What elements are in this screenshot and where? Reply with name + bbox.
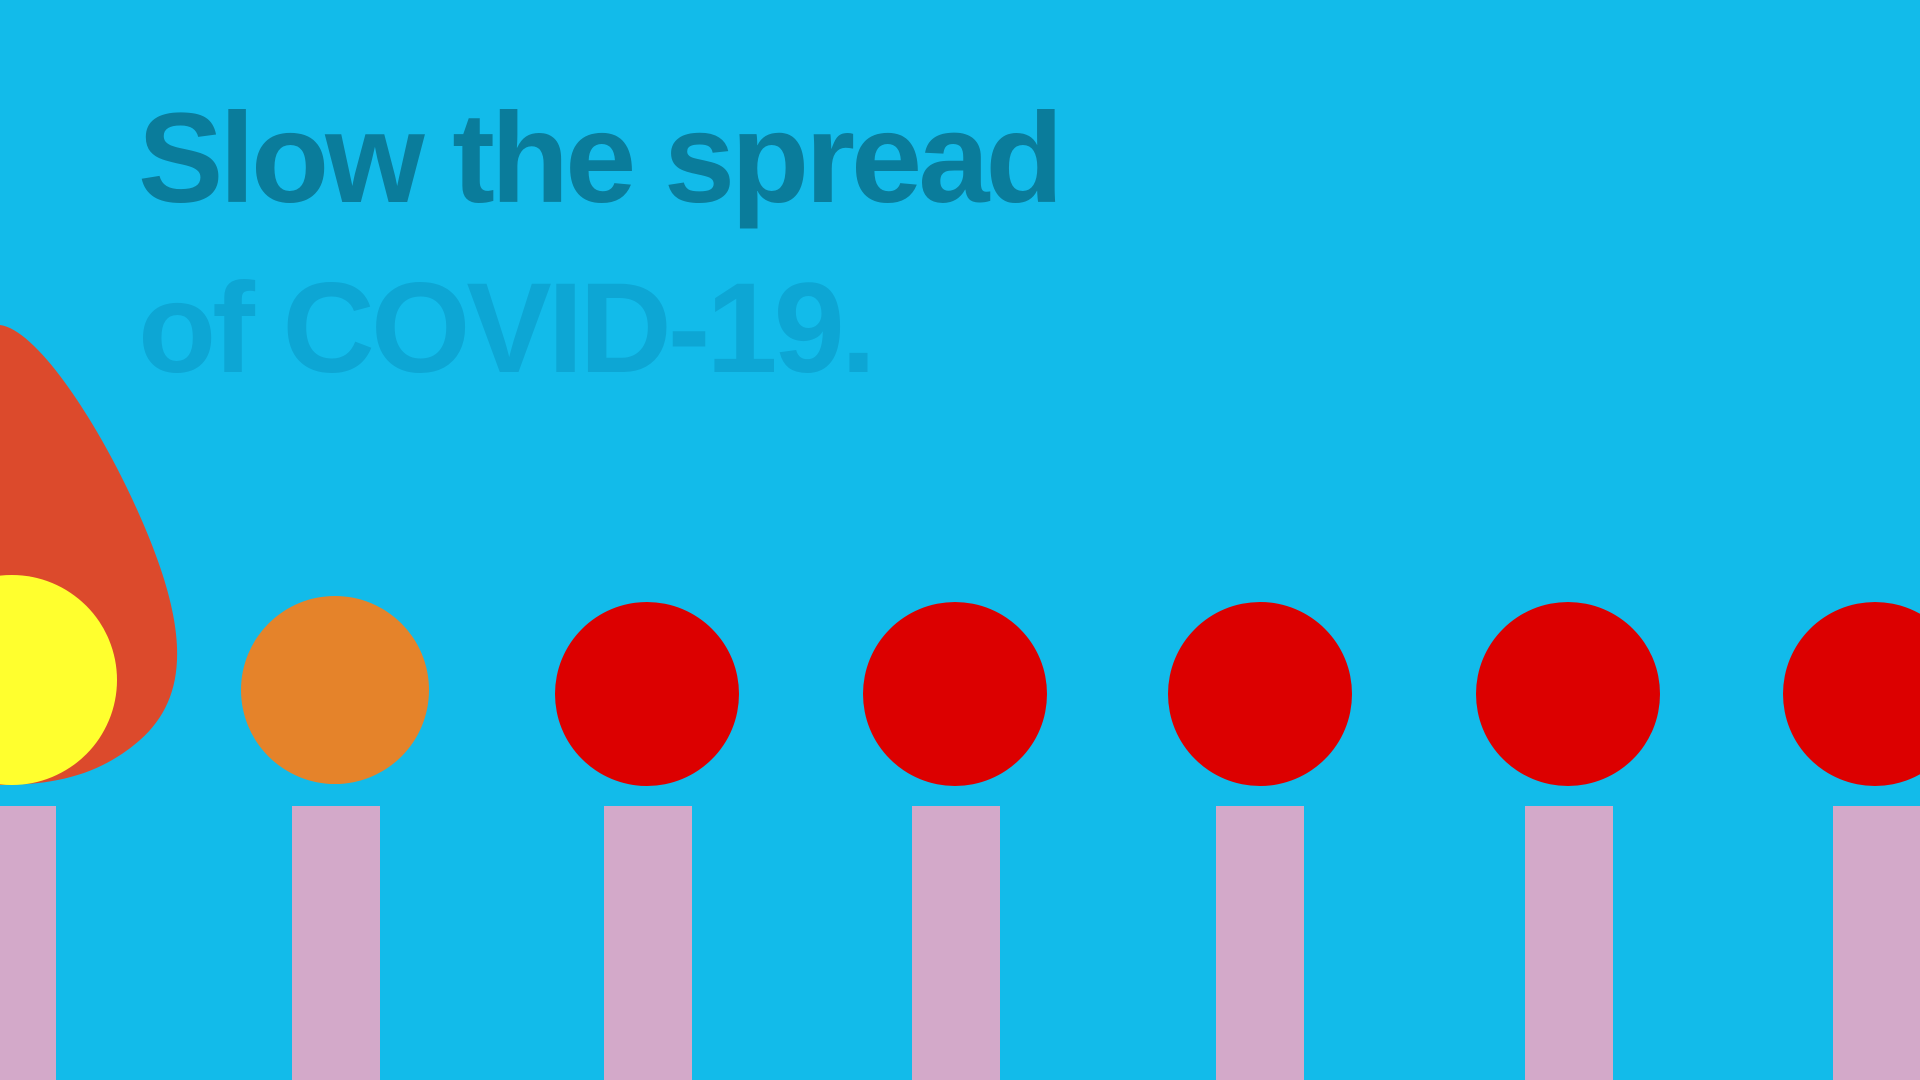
match-stick — [1525, 806, 1613, 1080]
match-stick — [292, 806, 380, 1080]
match-stick — [0, 806, 56, 1080]
match-stick — [1216, 806, 1304, 1080]
match-head-unlit — [1783, 602, 1920, 786]
match-head-unlit — [555, 602, 739, 786]
headline-line-1: Slow the spread — [138, 87, 1064, 230]
match-stick — [604, 806, 692, 1080]
match-head-unlit — [1476, 602, 1660, 786]
match-head-warming — [241, 596, 429, 784]
illustration-scene: Slow the spread of COVID-19. — [0, 0, 1920, 1080]
match-row — [0, 575, 1920, 1080]
match-stick — [912, 806, 1000, 1080]
match-head-unlit — [1168, 602, 1352, 786]
headline-line-2: of COVID-19. — [138, 257, 876, 400]
headline: Slow the spread of COVID-19. — [138, 74, 1064, 414]
match-stick — [1833, 806, 1920, 1080]
match-head-unlit — [863, 602, 1047, 786]
